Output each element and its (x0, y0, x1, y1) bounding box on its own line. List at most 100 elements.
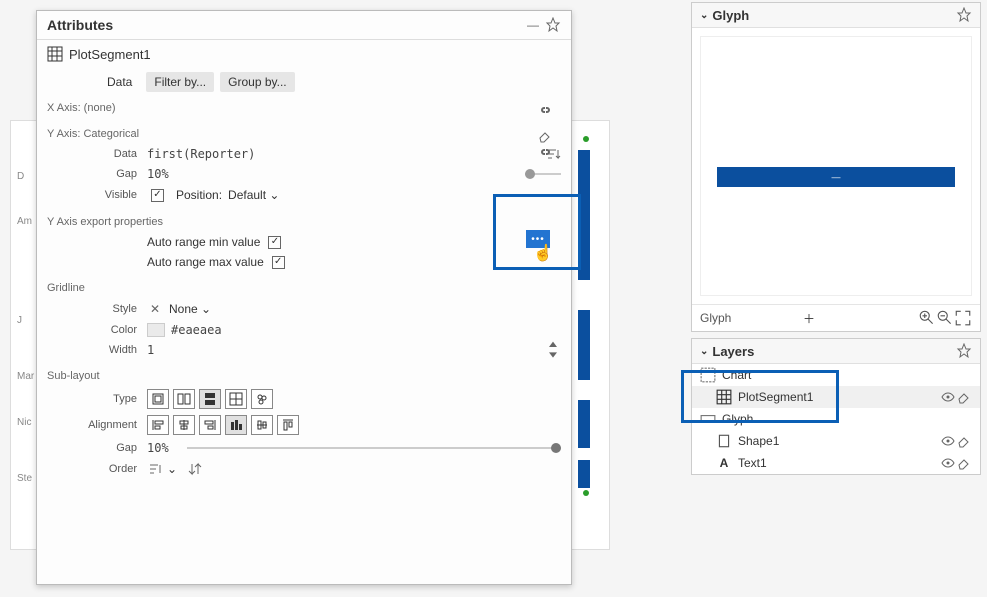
layer-plotsegment1[interactable]: PlotSegment1 (692, 386, 980, 408)
tab-group[interactable]: Group by... (220, 72, 294, 92)
align-top-icon[interactable] (277, 415, 299, 435)
tab-filter[interactable]: Filter by... (146, 72, 214, 92)
type-packing-icon[interactable] (251, 389, 273, 409)
row-label: Ste (17, 473, 32, 484)
gridline-section: Gridline (37, 278, 571, 298)
erase-icon[interactable] (956, 389, 972, 405)
sub-gap-slider[interactable] (187, 443, 561, 453)
chevron-down-icon[interactable]: ⌄ (700, 10, 708, 21)
glyph-bar[interactable]: — (717, 167, 955, 187)
style-row: Style ✕ None ⌄ (37, 298, 571, 320)
stepper-icon[interactable] (545, 342, 561, 358)
pin-icon[interactable] (956, 343, 972, 359)
sub-gap-row: Gap 10% (37, 438, 571, 458)
bar[interactable] (578, 460, 590, 488)
type-dodge-x-icon[interactable] (173, 389, 195, 409)
gap-row: Gap 10% (37, 164, 571, 184)
resize-handle-bottom[interactable] (583, 490, 589, 496)
sub-gap-value[interactable]: 10% (147, 441, 187, 455)
zoom-in-icon[interactable] (918, 309, 936, 327)
zoom-out-icon[interactable] (936, 309, 954, 327)
auto-max-row: Auto range max value (37, 252, 571, 272)
type-grid-icon[interactable] (225, 389, 247, 409)
visibility-icon[interactable] (940, 389, 956, 405)
width-value[interactable]: 1 (147, 343, 561, 357)
close-icon[interactable]: ✕ (147, 301, 163, 317)
panel-title: Attributes (47, 17, 521, 33)
chart-icon (700, 367, 716, 383)
row-label: Nic (17, 417, 31, 428)
sublayout-section: Sub-layout (37, 366, 571, 386)
fit-icon[interactable] (954, 309, 972, 327)
layers-title: Layers (712, 344, 754, 359)
pin-icon[interactable] (545, 17, 561, 33)
erase-icon[interactable] (956, 433, 972, 449)
chevron-down-icon[interactable]: ⌄ (700, 346, 708, 357)
pin-icon[interactable] (956, 7, 972, 23)
align-middle-icon[interactable] (251, 415, 273, 435)
align-bottom-icon[interactable] (225, 415, 247, 435)
tab-data[interactable]: Data (99, 72, 140, 92)
type-row: Type (37, 386, 571, 412)
layer-glyph[interactable]: Glyph (692, 408, 980, 430)
tab-row: Data Filter by... Group by... (37, 68, 571, 98)
visible-checkbox[interactable] (151, 189, 164, 202)
data-row: Data first(Reporter) (37, 144, 571, 164)
object-name-row: PlotSegment1 (37, 40, 571, 68)
yaxis-section: Y Axis: Categorical (37, 124, 571, 144)
resize-handle-top[interactable] (583, 136, 589, 142)
glyph-panel: ⌄ Glyph — Glyph ＋ (691, 2, 981, 332)
sort-icon[interactable] (545, 146, 561, 162)
type-stack-icon[interactable] (147, 389, 169, 409)
erase-icon[interactable] (537, 128, 553, 144)
bar[interactable] (578, 400, 590, 448)
erase-icon[interactable] (956, 455, 972, 471)
glyph-mark: — (832, 172, 841, 182)
bar[interactable] (578, 310, 590, 380)
row-label: Am (17, 216, 32, 227)
order-sort-icon[interactable] (147, 461, 163, 477)
bar[interactable] (578, 150, 590, 280)
color-value[interactable]: #eaeaea (171, 323, 561, 337)
order-row: Order ⌄ (37, 458, 571, 480)
layer-shape1[interactable]: Shape1 (692, 430, 980, 452)
data-value[interactable]: first(Reporter) (147, 147, 561, 161)
text-icon: A (716, 455, 732, 471)
add-icon[interactable]: ＋ (800, 309, 818, 327)
auto-min-checkbox[interactable] (268, 236, 281, 249)
chevron-down-icon: ⌄ (269, 188, 279, 202)
plotsegment-icon (716, 389, 732, 405)
visible-row: Visible Position: Default ⌄ (37, 184, 571, 206)
more-options-button[interactable]: ••• (526, 230, 550, 248)
visibility-icon[interactable] (940, 455, 956, 471)
chevron-down-icon: ⌄ (201, 302, 211, 316)
style-select[interactable]: None ⌄ (167, 301, 213, 317)
gap-value[interactable]: 10% (147, 167, 561, 181)
color-swatch[interactable] (147, 323, 165, 337)
auto-min-row: Auto range min value (37, 232, 571, 252)
align-center-icon[interactable] (173, 415, 195, 435)
xaxis-section: X Axis: (none) (37, 98, 571, 118)
layer-chart[interactable]: Chart (692, 364, 980, 386)
gap-slider[interactable] (525, 169, 561, 179)
layer-text1[interactable]: A Text1 (692, 452, 980, 474)
type-dodge-y-icon[interactable] (199, 389, 221, 409)
ellipsis-icon: ••• (531, 234, 545, 245)
attributes-header: Attributes — (37, 11, 571, 40)
minimize-icon[interactable]: — (525, 17, 541, 33)
align-left-icon[interactable] (147, 415, 169, 435)
link-icon[interactable] (537, 102, 553, 118)
align-right-icon[interactable] (199, 415, 221, 435)
row-label: D (17, 171, 24, 182)
chevron-down-icon[interactable]: ⌄ (167, 462, 177, 476)
alignment-row: Alignment (37, 412, 571, 438)
shape-icon (716, 433, 732, 449)
object-name: PlotSegment1 (69, 47, 151, 62)
reverse-icon[interactable] (187, 461, 203, 477)
auto-max-checkbox[interactable] (272, 256, 285, 269)
visibility-icon[interactable] (940, 433, 956, 449)
position-select[interactable]: Default ⌄ (226, 187, 281, 203)
glyph-canvas[interactable]: — (700, 36, 972, 296)
layers-panel: ⌄ Layers Chart PlotSegment1 Glyph Shape1 (691, 338, 981, 475)
row-label: Mar (17, 371, 34, 382)
